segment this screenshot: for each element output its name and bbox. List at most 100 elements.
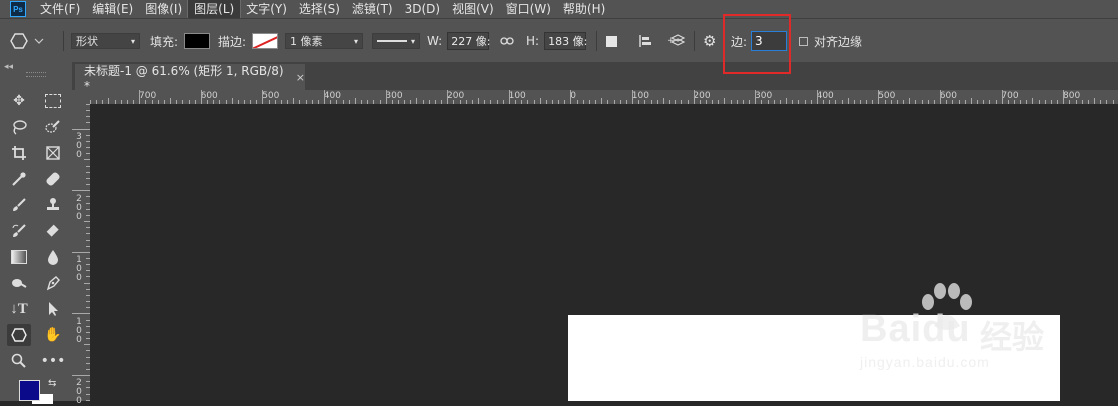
stroke-swatch[interactable] — [252, 33, 279, 49]
stroke-label: 描边: — [218, 34, 247, 49]
ruler-label: 0 — [570, 91, 576, 101]
swap-colors-icon[interactable]: ⇆ — [48, 378, 56, 389]
type-icon[interactable]: ↓T — [7, 298, 31, 320]
foreground-color-swatch[interactable] — [19, 380, 40, 401]
menu-help[interactable]: 帮助(H) — [557, 0, 611, 18]
align-edges-checkbox[interactable] — [799, 36, 808, 46]
hand-icon[interactable]: ✋ — [41, 324, 65, 346]
ruler-label: 600 — [939, 91, 957, 101]
move-icon[interactable]: ✥ — [7, 90, 31, 112]
marquee-icon[interactable] — [41, 90, 65, 112]
options-bar: 形状 ▾ 填充: 描边: 1 像素 ▾ ▾ W: 227 像: H: 183 像… — [0, 18, 1118, 64]
menu-3d[interactable]: 3D(D) — [399, 0, 446, 18]
width-input[interactable]: 227 像: — [447, 32, 490, 50]
eraser-icon[interactable] — [41, 220, 65, 242]
polygon-icon — [10, 33, 28, 49]
gradient-icon[interactable] — [7, 246, 31, 268]
path-select-icon[interactable] — [41, 298, 65, 320]
panel-grip[interactable] — [26, 72, 46, 77]
menu-filter[interactable]: 滤镜(T) — [346, 0, 399, 18]
sides-label: 边: — [731, 34, 748, 49]
more-icon[interactable]: ••• — [41, 350, 66, 372]
ruler-tick — [570, 90, 571, 104]
brush-icon[interactable] — [7, 194, 31, 216]
link-icon[interactable] — [500, 36, 514, 46]
ruler-tick — [201, 90, 202, 104]
history-brush-icon[interactable] — [7, 220, 31, 242]
sides-input[interactable]: 3 — [751, 31, 788, 51]
frame-icon[interactable] — [41, 142, 65, 164]
vertical-ruler[interactable]: 3 0 0 2 0 0 1 0 0 1 0 0 2 0 0 — [72, 104, 91, 406]
ruler-tick — [72, 129, 90, 130]
ruler-label: 100 — [631, 91, 649, 101]
document-canvas[interactable] — [568, 315, 1060, 401]
ruler-label: 200 — [693, 91, 711, 101]
path-arrangement-button[interactable]: + — [667, 19, 685, 63]
tool-preset-picker[interactable] — [10, 19, 44, 63]
ruler-label: 500 — [878, 91, 896, 101]
stroke-line-icon — [377, 40, 407, 42]
lasso-icon[interactable] — [7, 116, 31, 138]
ruler-tick — [694, 90, 695, 104]
collapse-panel-icon[interactable]: ◂◂ — [4, 62, 13, 72]
ruler-label: 1 0 0 — [76, 316, 82, 345]
ruler-label: 2 0 0 — [76, 193, 82, 222]
stroke-type-dropdown[interactable]: ▾ — [372, 33, 420, 49]
chevron-down-icon: ▾ — [130, 36, 135, 46]
align-edges-toggle[interactable]: 对齐边缘 — [799, 19, 862, 63]
eyedropper-icon[interactable] — [7, 168, 31, 190]
document-tab[interactable]: 未标题-1 @ 61.6% (矩形 1, RGB/8) * × — [75, 63, 305, 93]
pen-icon[interactable] — [41, 272, 65, 294]
stroke-width-dropdown[interactable]: 1 像素 ▾ — [285, 33, 363, 49]
menu-file[interactable]: 文件(F) — [34, 0, 86, 18]
polygon-tool-icon[interactable] — [7, 324, 31, 346]
ruler-label: 100 — [508, 91, 526, 101]
align-icon — [639, 35, 651, 47]
ruler-tick — [509, 90, 510, 104]
ruler-label: 700 — [139, 91, 157, 101]
menu-edit[interactable]: 编辑(E) — [86, 0, 139, 18]
quick-select-icon[interactable] — [41, 116, 65, 138]
ps-logo-icon[interactable]: Ps — [10, 1, 26, 17]
mode-dropdown[interactable]: 形状 ▾ — [71, 33, 140, 49]
dodge-icon[interactable] — [7, 272, 31, 294]
ruler-label: 1 0 0 — [76, 255, 82, 284]
close-icon[interactable]: × — [296, 71, 305, 84]
ruler-label: 600 — [200, 91, 218, 101]
ruler-tick — [72, 252, 90, 253]
document-tab-bar: 未标题-1 @ 61.6% (矩形 1, RGB/8) * × — [72, 62, 1118, 93]
ruler-label: 300 — [755, 91, 773, 101]
canvas-area[interactable] — [90, 104, 1118, 401]
ruler-tick — [72, 313, 90, 314]
healing-icon[interactable] — [41, 168, 65, 190]
ruler-tick — [940, 90, 941, 104]
ruler-tick — [72, 190, 90, 191]
height-input[interactable]: 183 像: — [544, 32, 587, 50]
menu-view[interactable]: 视图(V) — [446, 0, 500, 18]
path-ops-icon — [606, 35, 617, 47]
horizontal-ruler[interactable]: 700 600 500 400 300 200 100 0 100 200 300 400 500 600… — [90, 90, 1118, 105]
menu-image[interactable]: 图像(I) — [139, 0, 188, 18]
chevron-down-icon: ▾ — [353, 36, 358, 46]
chevron-down-icon — [34, 38, 44, 44]
menu-select[interactable]: 选择(S) — [293, 0, 346, 18]
path-alignment-button[interactable] — [638, 19, 652, 63]
settings-button[interactable]: ⚙ — [703, 19, 716, 63]
path-operations-button[interactable] — [606, 19, 617, 63]
menu-type[interactable]: 文字(Y) — [240, 0, 293, 18]
ruler-tick — [878, 90, 879, 104]
fill-label: 填充: — [150, 34, 179, 49]
chevron-down-icon: ▾ — [410, 36, 415, 46]
ruler-label: 500 — [262, 91, 280, 101]
zoom-icon[interactable] — [7, 350, 31, 372]
blur-icon[interactable] — [41, 246, 65, 268]
fill-swatch[interactable] — [184, 33, 211, 49]
ruler-tick — [755, 90, 756, 104]
ruler-corner[interactable] — [72, 90, 90, 104]
menu-layer[interactable]: 图层(L) — [187, 0, 242, 19]
document-tab-title: 未标题-1 @ 61.6% (矩形 1, RGB/8) * — [84, 63, 284, 93]
crop-icon[interactable] — [7, 142, 31, 164]
ruler-label: 700 — [1001, 91, 1019, 101]
menu-window[interactable]: 窗口(W) — [500, 0, 557, 18]
stamp-icon[interactable] — [41, 194, 65, 216]
